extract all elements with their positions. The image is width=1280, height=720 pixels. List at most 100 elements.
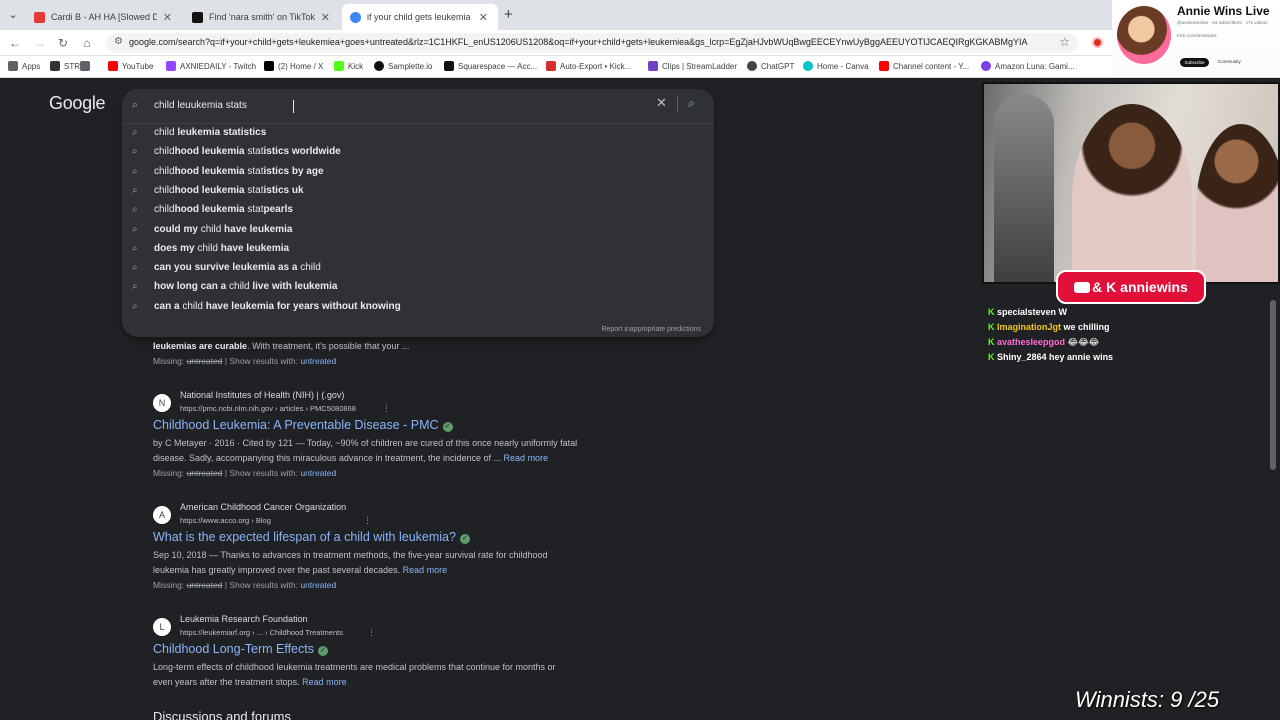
bookmark-x[interactable]: (2) Home / X (264, 61, 323, 71)
more-options-icon[interactable]: ⋮ (382, 403, 391, 414)
search-icon: ⌕ (132, 146, 138, 158)
search-submit-icon[interactable]: ⌕ (688, 96, 695, 111)
suggestion-item[interactable]: ⌕ can you survive leukemia as a child (122, 259, 714, 278)
kick-icon: K (988, 307, 995, 317)
search-icon: ⌕ (132, 99, 139, 111)
back-icon[interactable]: ← (7, 35, 23, 51)
missing-line: Missing: untreated | Show results with: … (153, 468, 336, 478)
snippet-bold: leukemias are curable (153, 341, 248, 351)
close-icon[interactable]: ✕ (321, 11, 330, 24)
suggestion-bold: can you survive leukemia as a (154, 262, 301, 274)
bookmark-label: (2) Home / X (278, 61, 324, 71)
reload-icon[interactable]: ↻ (55, 35, 71, 51)
bookmark-amazon-luna[interactable]: Amazon Luna: Gami... (981, 61, 1075, 71)
tab-google-search[interactable]: if your child gets leukemia go ✕ (342, 4, 498, 30)
home-icon[interactable]: ⌂ (79, 35, 95, 51)
suggestion-plain: child (300, 262, 321, 274)
google-icon (350, 11, 361, 23)
browser-toolbar: ← → ↻ ⌂ ⚙ google.com/search?q=if+your+ch… (0, 30, 1280, 56)
result-title-link[interactable]: Childhood Leukemia: A Preventable Diseas… (153, 418, 453, 432)
page-scrollbar[interactable] (1270, 300, 1276, 470)
bookmark-label: Home - Canva (817, 61, 869, 71)
bookmark-canva[interactable]: Home - Canva (803, 61, 869, 71)
record-extension-icon[interactable] (1092, 37, 1103, 48)
google-logo[interactable]: Google (49, 93, 106, 114)
result-title-link[interactable]: What is the expected lifespan of a child… (153, 530, 470, 544)
read-more-link[interactable]: Read more (403, 565, 448, 575)
suggestion-item[interactable]: ⌕ childhood leukemia statistics uk (122, 182, 714, 201)
suggestion-text: does my child have leukemia (154, 243, 289, 254)
suggestion-plain: child (229, 281, 250, 293)
bookmark-star-icon[interactable]: ☆ (1059, 35, 1070, 49)
statue-figure (994, 94, 1054, 282)
close-icon[interactable]: ✕ (479, 11, 488, 24)
suggestion-item[interactable]: ⌕ could my child have leukemia (122, 221, 714, 240)
search-input[interactable] (154, 95, 634, 115)
result-snippet: by C Metayer · 2016 · Cited by 121 — Tod… (153, 436, 613, 466)
bookmark-apps[interactable]: Apps (8, 61, 40, 71)
suggestion-item[interactable]: ⌕ can a child have leukemia for years wit… (122, 298, 714, 317)
result-title-link[interactable]: Childhood Long-Term Effects ✓ (153, 642, 328, 656)
youtube-icon (108, 61, 118, 71)
more-options-icon[interactable]: ⋮ (367, 627, 376, 638)
result-url[interactable]: https://pmc.ncbi.nlm.nih.gov › articles … (180, 404, 356, 413)
show-results-link[interactable]: untreated (300, 356, 336, 366)
site-info-icon[interactable]: ⚙ (114, 36, 123, 47)
suggestion-item[interactable]: ⌕ child leukemia statistics (122, 124, 714, 143)
search-icon: ⌕ (132, 262, 138, 274)
tab-title: Find 'nara smith' on TikTok | Tik (209, 12, 315, 22)
channel-stats: @anniewinslive · 64 subscribers · 171 vi… (1177, 20, 1268, 25)
clear-icon[interactable]: ✕ (656, 95, 667, 111)
suggestion-item[interactable]: ⌕ childhood leukemia statistics by age (122, 163, 714, 182)
more-options-icon[interactable]: ⋮ (363, 515, 372, 526)
suggestion-plain: child (154, 165, 175, 177)
close-icon[interactable]: ✕ (163, 11, 172, 24)
bookmark-youtube[interactable]: YouTube (108, 61, 153, 71)
report-predictions-link[interactable]: Report inappropriate predictions (601, 326, 701, 333)
search-icon: ⌕ (132, 204, 138, 216)
bookmark-label: Auto-Export • Kick... (560, 61, 632, 71)
bookmark-label: AXNIEDAILY - Twitch (180, 61, 257, 71)
bookmark-grid[interactable] (80, 61, 94, 71)
missing-label: Missing: (153, 356, 185, 366)
suggestion-item[interactable]: ⌕ how long can a child live with leukemia (122, 278, 714, 297)
suggestion-bold: istics worldwide (263, 146, 341, 158)
suggestion-text: childhood leukemia statistics by age (154, 166, 324, 177)
bookmark-squarespace[interactable]: Squarespace — Acc... (444, 61, 537, 71)
bookmark-kick[interactable]: Kick (334, 61, 363, 71)
read-more-link[interactable]: Read more (504, 453, 549, 463)
result-url[interactable]: https://leukemiarf.org › ... › Childhood… (180, 628, 343, 637)
result-site-name: National Institutes of Health (NIH) | (.… (180, 390, 345, 400)
bookmark-samplette[interactable]: Samplette.io (374, 61, 432, 71)
snippet-line-2: leukemia has greatly improved over the p… (153, 565, 401, 575)
tab-tiktok[interactable]: Find 'nara smith' on TikTok | Tik ✕ (184, 4, 340, 30)
new-tab-icon[interactable]: + (504, 6, 513, 23)
read-more-link[interactable]: Read more (302, 677, 347, 687)
bookmark-twitch[interactable]: AXNIEDAILY - Twitch (166, 61, 256, 71)
bookmark-str[interactable]: STR (50, 61, 80, 71)
chat-username: Shiny_2864 (997, 352, 1047, 362)
suggestion-plain: child (182, 300, 203, 312)
missing-label: Missing: (153, 468, 185, 478)
suggestion-item[interactable]: ⌕ childhood leukemia statpearls (122, 201, 714, 220)
tab-cardi-b[interactable]: Cardi B - AH HA [Slowed Down ✕ (26, 4, 182, 30)
suggestion-item[interactable]: ⌕ does my child have leukemia (122, 240, 714, 259)
bookmark-auto-export[interactable]: Auto-Export • Kick... (546, 61, 631, 71)
search-icon: ⌕ (132, 242, 138, 254)
nih-icon: N (153, 394, 171, 412)
suggestion-item[interactable]: ⌕ childhood leukemia statistics worldwide (122, 143, 714, 162)
address-bar[interactable]: ⚙ google.com/search?q=if+your+child+gets… (106, 33, 1078, 53)
bookmark-label: ChatGPT (761, 61, 795, 71)
show-results-link[interactable]: untreated (300, 468, 336, 478)
tab-search-icon[interactable]: ⌄ (4, 6, 22, 24)
result-url[interactable]: https://www.acco.org › Blog (180, 516, 271, 525)
suggestion-plain: child (154, 146, 175, 158)
forward-icon[interactable]: → (32, 35, 48, 51)
bookmark-chatgpt[interactable]: ChatGPT (747, 61, 794, 71)
result-snippet-top: leukemias are curable. With treatment, i… (153, 341, 409, 351)
suggestion-bold: how long can a (154, 281, 230, 293)
show-results-link[interactable]: untreated (300, 580, 336, 590)
bookmark-streamladder[interactable]: Clips | StreamLadder (648, 61, 737, 71)
bookmark-channel-content[interactable]: Channel content - Y... (879, 61, 969, 71)
social-handle-tag: & K anniewins (1056, 270, 1206, 304)
